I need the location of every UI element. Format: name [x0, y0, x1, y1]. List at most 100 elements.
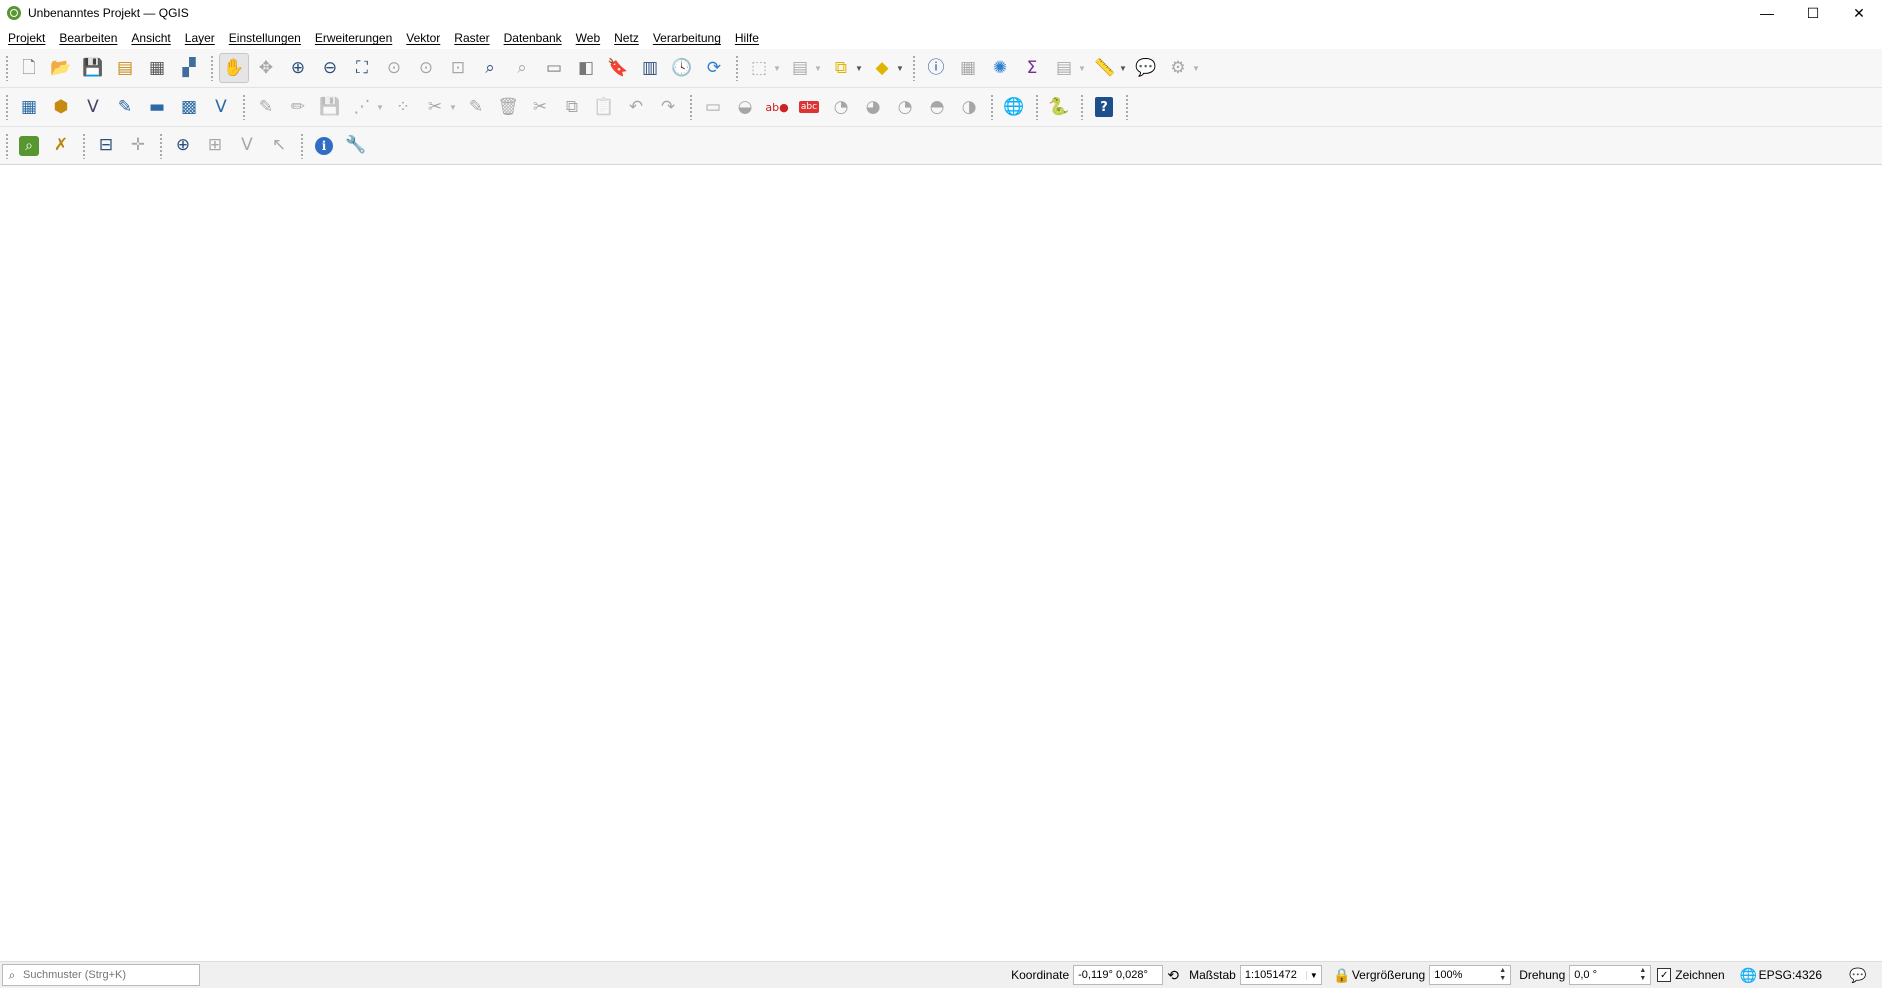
zoom-full-button[interactable]: ⛶ — [347, 53, 377, 83]
new-virtual-layer-button[interactable]: ▬ — [142, 92, 172, 122]
new-spatialite-layer-button[interactable]: ✎ — [110, 92, 140, 122]
maximize-button[interactable]: ☐ — [1790, 0, 1836, 26]
menu-verarbeitung[interactable]: Verarbeitung — [646, 31, 728, 45]
menu-web[interactable]: Web — [569, 31, 607, 45]
new-project-button[interactable]: 🗋 — [14, 53, 44, 83]
search-input[interactable] — [21, 968, 195, 982]
new-temporary-layer-button[interactable]: ▩ — [174, 92, 204, 122]
menu-raster[interactable]: Raster — [447, 31, 496, 45]
zoom-to-selection-button[interactable]: ⊙ — [379, 53, 409, 83]
new-3d-view-button[interactable]: ◧ — [571, 53, 601, 83]
toolbar-handle[interactable] — [689, 94, 693, 120]
globe-plugin-button[interactable]: 🌐 — [999, 92, 1029, 122]
save-edits-button[interactable]: 💾 — [315, 92, 345, 122]
measure-button[interactable]: 📏 — [1090, 53, 1120, 83]
crs-globe-icon[interactable]: 🌐 — [1739, 967, 1759, 984]
toggle-extents-icon[interactable]: ⟲ — [1163, 967, 1183, 984]
info-button[interactable]: i — [309, 131, 339, 161]
toggle-editing-button[interactable]: ✏ — [283, 92, 313, 122]
menu-netz[interactable]: Netz — [607, 31, 646, 45]
chevron-down-icon[interactable]: ▼ — [1191, 64, 1201, 73]
toolbar-handle[interactable] — [5, 94, 9, 120]
menu-projekt[interactable]: Projekt — [0, 31, 52, 45]
toolbar-handle[interactable] — [1125, 94, 1129, 120]
messages-icon[interactable]: 💬 — [1848, 967, 1868, 984]
paste-features-button[interactable]: 📋 — [589, 92, 619, 122]
toolbar-handle[interactable] — [82, 132, 86, 159]
copy-button[interactable]: 🗑 — [493, 92, 523, 122]
menu-ansicht[interactable]: Ansicht — [124, 31, 177, 45]
locator-search[interactable]: ⌕ — [2, 964, 200, 986]
refresh-button[interactable]: ⟳ — [699, 53, 729, 83]
new-bookmark-button[interactable]: 🔖 — [603, 53, 633, 83]
identify-button[interactable]: ⓘ — [921, 53, 951, 83]
new-map-view-button[interactable]: ▭ — [539, 53, 569, 83]
new-shapefile-layer-button[interactable]: V — [78, 92, 108, 122]
pan-button[interactable]: ✋ — [219, 53, 249, 83]
map-canvas[interactable] — [0, 165, 1882, 961]
snapping-button[interactable]: ✛ — [123, 131, 153, 161]
map-tips-button[interactable]: 💬 — [1131, 53, 1161, 83]
toolbar-handle[interactable] — [300, 132, 304, 159]
minimize-button[interactable]: — — [1744, 0, 1790, 26]
select-features-button[interactable]: ⬚ — [744, 53, 774, 83]
zoom-in-button[interactable]: ⊕ — [283, 53, 313, 83]
show-hide-labels-button[interactable]: ◔ — [826, 92, 856, 122]
move-label-button[interactable]: ◕ — [858, 92, 888, 122]
coordinate-field[interactable]: -0,119° 0,028° — [1073, 965, 1164, 985]
offset-curve-button[interactable]: ↖ — [264, 131, 294, 161]
magnifier-field[interactable]: 100% ▲ ▼ — [1429, 965, 1512, 985]
menu-vektor[interactable]: Vektor — [399, 31, 447, 45]
add-ring-button[interactable]: ⊞ — [200, 131, 230, 161]
select-location-button[interactable]: ◆ — [867, 53, 897, 83]
undo-button[interactable]: ↶ — [621, 92, 651, 122]
attribute-table-button[interactable]: ▦ — [953, 53, 983, 83]
zoom-last-button[interactable]: ⌕ — [475, 53, 505, 83]
data-source-manager-button[interactable]: ▦ — [14, 92, 44, 122]
chevron-down-icon[interactable]: ▼ — [375, 103, 385, 112]
zoom-to-layer-button[interactable]: ⊙ — [411, 53, 441, 83]
toolbar-handle[interactable] — [990, 94, 994, 120]
style-manager-button[interactable]: ▞ — [174, 53, 204, 83]
label-properties-button[interactable]: ◑ — [954, 92, 984, 122]
cut-button[interactable]: ✎ — [461, 92, 491, 122]
toolbar-handle[interactable] — [5, 55, 9, 81]
scale-field[interactable]: 1:1051472 ▼ — [1239, 965, 1322, 985]
label-abc-button[interactable]: abc — [794, 92, 824, 122]
rotation-field[interactable]: 0,0 ° ▲ ▼ — [1569, 965, 1652, 985]
pan-to-selection-button[interactable]: ✥ — [251, 53, 281, 83]
menu-erweiterungen[interactable]: Erweiterungen — [308, 31, 399, 45]
toolbar-handle[interactable] — [210, 55, 214, 81]
menu-hilfe[interactable]: Hilfe — [728, 31, 766, 45]
show-bookmarks-button[interactable]: ▥ — [635, 53, 665, 83]
change-label-button[interactable]: ◓ — [922, 92, 952, 122]
zoom-next-button[interactable]: ⌕ — [507, 53, 537, 83]
digitize-button[interactable]: ⋰ — [347, 92, 377, 122]
toolbar-handle[interactable] — [5, 132, 9, 159]
toolbar-handle[interactable] — [242, 94, 246, 120]
chevron-down-icon[interactable]: ▼ — [1077, 64, 1087, 73]
chevron-down-icon[interactable]: ▼ — [448, 103, 458, 112]
settings-wrench-button[interactable]: 🔧 — [341, 131, 371, 161]
spin-arrows-icon[interactable]: ▲ ▼ — [1499, 967, 1506, 983]
menu-einstellungen[interactable]: Einstellungen — [222, 31, 308, 45]
render-checkbox[interactable]: ✓ — [1657, 968, 1672, 982]
spin-arrows-icon[interactable]: ▲ ▼ — [1639, 967, 1646, 983]
select-by-value-button[interactable]: ▤ — [785, 53, 815, 83]
print-layout-button[interactable]: ▤ — [110, 53, 140, 83]
menu-datenbank[interactable]: Datenbank — [497, 31, 569, 45]
copy-features-button[interactable]: ⧉ — [557, 92, 587, 122]
menu-layer[interactable]: Layer — [178, 31, 222, 45]
virtual-layer-button[interactable]: V — [206, 92, 236, 122]
rotate-label-button[interactable]: ◔ — [890, 92, 920, 122]
label-toolbar-button[interactable]: ▭ — [698, 92, 728, 122]
toolbar-handle[interactable] — [735, 55, 739, 81]
georeferencer-button[interactable]: ✗ — [46, 131, 76, 161]
temporal-controller-button[interactable]: 🕓 — [667, 53, 697, 83]
field-calculator-button[interactable]: ✺ — [985, 53, 1015, 83]
python-console-button[interactable]: 🐍 — [1044, 92, 1074, 122]
help-button[interactable]: ? — [1089, 92, 1119, 122]
chevron-down-icon[interactable]: ▼ — [772, 64, 782, 73]
cad-tools-button[interactable]: ⊟ — [91, 131, 121, 161]
fill-ring-button[interactable]: V — [232, 131, 262, 161]
